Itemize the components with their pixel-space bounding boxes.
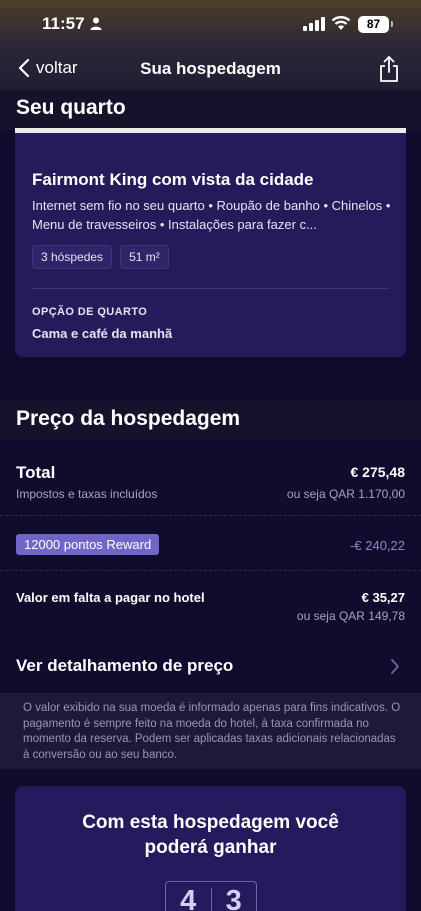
divider [32,288,389,289]
remaining-label: Valor em falta a pagar no hotel [16,590,205,605]
person-icon [90,17,102,30]
dashed-divider [0,570,421,571]
reward-value: -€ 240,22 [350,538,405,553]
signal-icon [303,17,325,31]
share-button[interactable] [377,55,401,88]
total-label: Total [16,463,56,482]
room-image [15,128,406,133]
remaining-value: € 35,27 [361,590,405,605]
room-option-value: Cama e café da manhã [32,326,173,341]
reward-badge: 12000 pontos Reward [16,534,160,555]
room-chips: 3 hóspedes 51 m² [32,245,169,269]
points-counter: 4 3 [165,881,257,911]
price-section-title: Preço da hospedagem [16,407,241,430]
status-time: 11:57 [42,14,85,33]
price-breakdown-link[interactable]: Ver detalhamento de preço [0,642,421,692]
nav-bar: voltar Sua hospedagem [0,48,421,90]
earn-title: Com esta hospedagem você poderá ganhar [82,812,339,858]
share-icon [380,56,398,82]
chevron-right-icon [391,659,399,674]
earn-card: Com esta hospedagem você poderá ganhar 4… [15,786,406,911]
total-alt: ou seja QAR 1.170,00 [286,487,405,501]
remaining-alt: ou seja QAR 149,78 [296,609,405,623]
dashed-divider [0,515,421,516]
room-section-title: Seu quarto [16,96,126,119]
room-section-header: Seu quarto [0,90,421,130]
disclaimer-text: O valor exibido na sua moeda é informado… [23,702,401,761]
room-amenities: Internet sem fio no seu quarto • Roupão … [32,198,391,232]
total-value: € 275,48 [350,464,406,480]
room-name: Fairmont King com vista da cidade [32,170,314,189]
battery-indicator: 87 [358,16,389,33]
price-section-header: Preço da hospedagem [0,401,421,439]
counter-digit: 4 [180,885,197,911]
room-card[interactable]: Fairmont King com vista da cidade Intern… [15,128,406,357]
breakdown-label: Ver detalhamento de preço [16,656,234,675]
guests-chip: 3 hóspedes [32,245,113,269]
battery-tip [391,21,393,27]
status-bar: 11:57 87 [0,0,421,48]
wifi-icon [331,16,351,30]
room-option-label: OPÇÃO DE QUARTO [32,306,148,318]
counter-digit: 3 [225,885,242,911]
size-chip: 51 m² [120,245,169,269]
page-title: Sua hospedagem [140,59,281,78]
currency-disclaimer: O valor exibido na sua moeda é informado… [0,693,421,769]
total-sub: Impostos e taxas incluídos [16,487,158,501]
